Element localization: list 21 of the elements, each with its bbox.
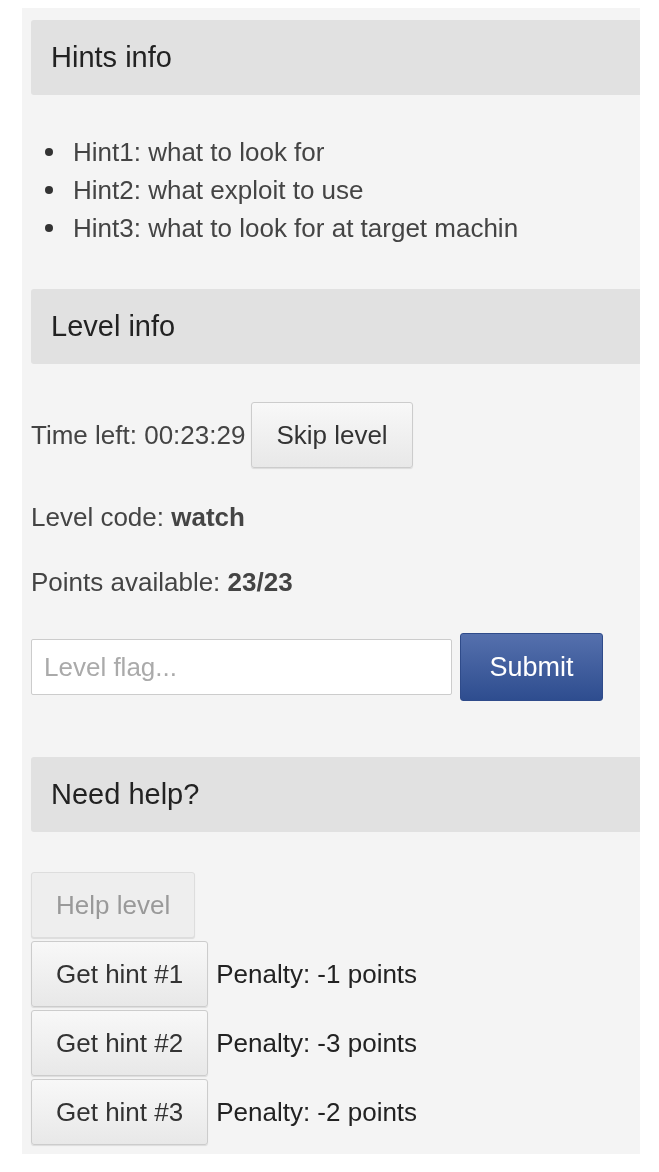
get-hint-button[interactable]: Get hint #3 bbox=[31, 1079, 209, 1145]
penalty-text: Penalty: -2 points bbox=[216, 1096, 418, 1128]
get-hint-button[interactable]: Get hint #2 bbox=[31, 1010, 209, 1076]
hint-text: Hint2: what exploit to use bbox=[73, 174, 364, 206]
bullet-icon bbox=[45, 224, 53, 232]
section-heading: Hints info bbox=[31, 20, 640, 95]
bullet-icon bbox=[45, 148, 53, 156]
penalty-text: Penalty: -3 points bbox=[216, 1027, 418, 1059]
penalty-text: Penalty: -1 points bbox=[216, 958, 418, 990]
get-hint-button[interactable]: Get hint #1 bbox=[31, 941, 209, 1007]
section-heading: Need help? bbox=[31, 757, 640, 832]
hint-text: Hint1: what to look for bbox=[73, 136, 325, 168]
flag-input-field[interactable]: Level flag... bbox=[31, 639, 452, 695]
section-heading: Level info bbox=[31, 289, 640, 364]
hint-text: Hint3: what to look for at target machin bbox=[73, 212, 519, 244]
bullet-icon bbox=[45, 186, 53, 194]
skip-level-button[interactable]: Skip level bbox=[251, 402, 413, 468]
time-left-text: Time left: 00:23:29 bbox=[31, 419, 246, 451]
submit-button[interactable]: Submit bbox=[460, 633, 603, 701]
level-info-text: Level code: watch bbox=[31, 502, 246, 533]
level-info-text: Points available: 23/23 bbox=[31, 567, 294, 598]
